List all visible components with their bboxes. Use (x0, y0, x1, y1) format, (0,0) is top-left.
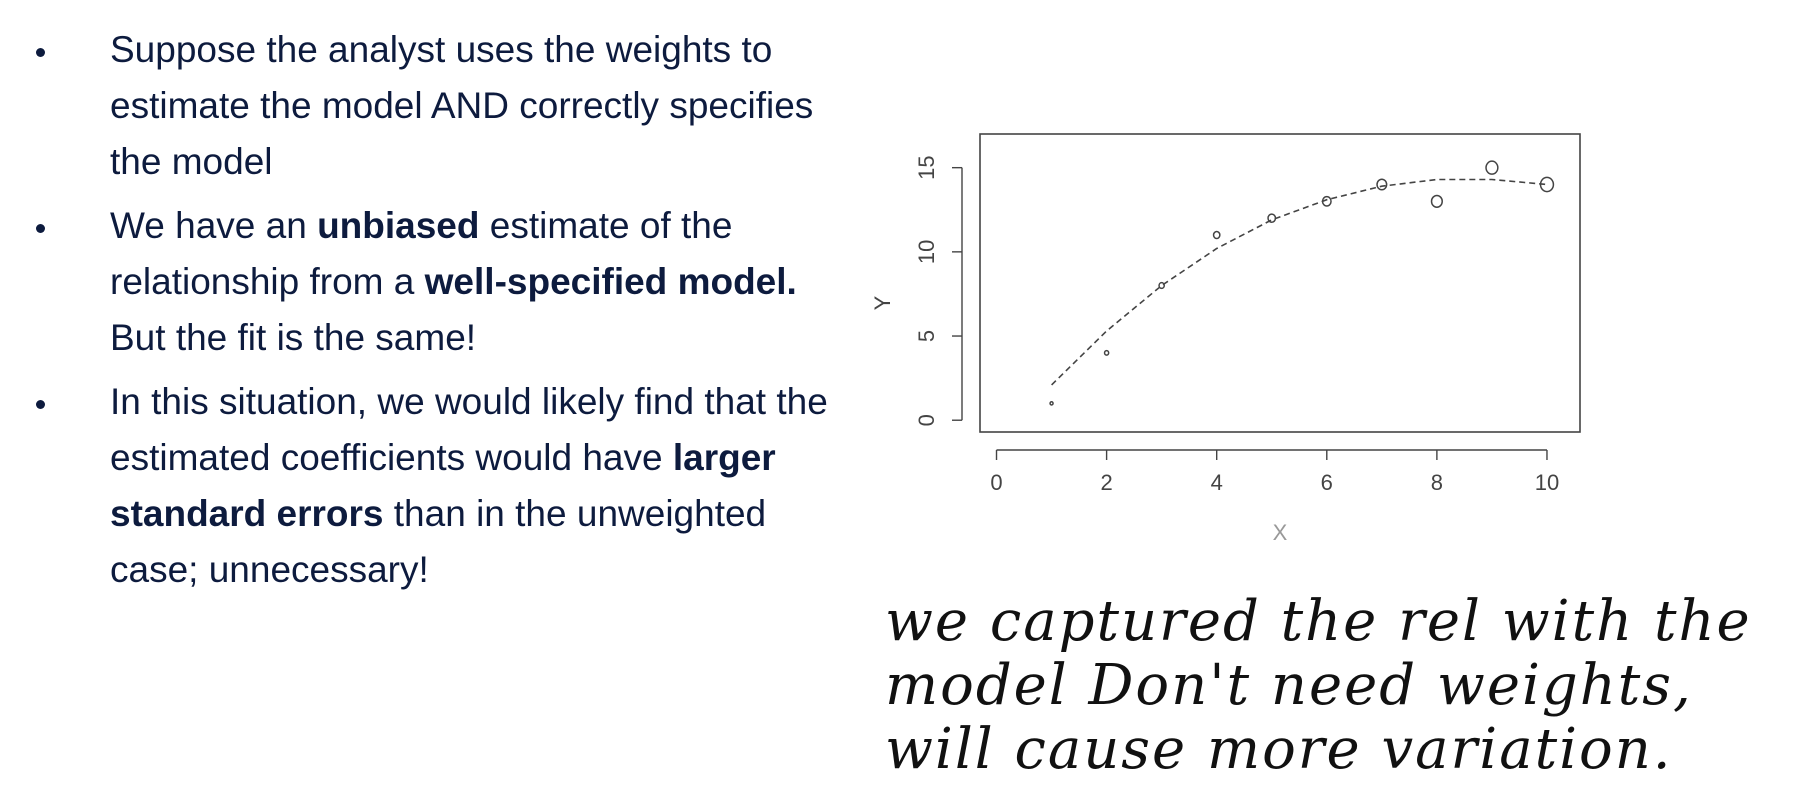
x-tick-label: 10 (1535, 470, 1559, 495)
bullet-2-segment: We have an (110, 205, 318, 246)
x-tick-label: 2 (1100, 470, 1112, 495)
x-tick-label: 8 (1431, 470, 1443, 495)
bullet-item-3: In this situation, we would likely find … (30, 374, 860, 598)
data-point (1485, 160, 1499, 175)
data-point (1103, 349, 1110, 356)
bullet-text: We have an unbiased estimate of the rela… (110, 198, 860, 366)
y-tick-label: 10 (914, 240, 939, 264)
slide: Suppose the analyst uses the weights to … (0, 0, 1809, 806)
bullet-2-segment: But the fit is the same! (110, 317, 477, 358)
y-axis-label: Y (870, 295, 895, 310)
y-tick-label: 5 (914, 330, 939, 342)
data-point (1376, 178, 1388, 191)
handwriting-line-3: will cause more variation. (885, 717, 1673, 782)
bullet-item-1: Suppose the analyst uses the weights to … (30, 22, 860, 190)
bullet-item-2: We have an unbiased estimate of the rela… (30, 198, 860, 366)
bullet-2-bold-well-specified: well-specified model. (424, 261, 797, 302)
plot-frame (979, 133, 1581, 433)
bullet-text: In this situation, we would likely find … (110, 374, 860, 598)
bullet-1-text: Suppose the analyst uses the weights to … (110, 29, 814, 182)
handwriting-line-1: we captured the rel with the (885, 589, 1752, 654)
x-tick-label: 6 (1321, 470, 1333, 495)
bullet-text: Suppose the analyst uses the weights to … (110, 22, 860, 190)
data-point (1049, 400, 1054, 406)
data-point (1158, 281, 1166, 290)
bullet-dot-icon (36, 400, 45, 409)
fit-line (1051, 178, 1548, 386)
handwriting-line-2: model Don't need weights, (885, 653, 1693, 718)
bullet-2-bold-unbiased: unbiased (317, 205, 480, 246)
data-point (1267, 213, 1277, 224)
y-tick-label: 0 (914, 414, 939, 426)
y-tick-label: 15 (914, 155, 939, 179)
x-tick-label: 0 (990, 470, 1002, 495)
data-point (1212, 230, 1221, 240)
handwritten-annotation: we captured the rel with the model Don't… (885, 590, 1785, 782)
scatter-plot: 0 2 4 6 8 10 X 0 5 10 15 Y (870, 133, 1581, 545)
data-point (1430, 194, 1443, 208)
x-axis-label: X (1273, 520, 1288, 545)
bullet-dot-icon (36, 48, 45, 57)
bullet-dot-icon (36, 224, 45, 233)
x-tick-label: 4 (1211, 470, 1223, 495)
bullet-list: Suppose the analyst uses the weights to … (30, 22, 860, 606)
